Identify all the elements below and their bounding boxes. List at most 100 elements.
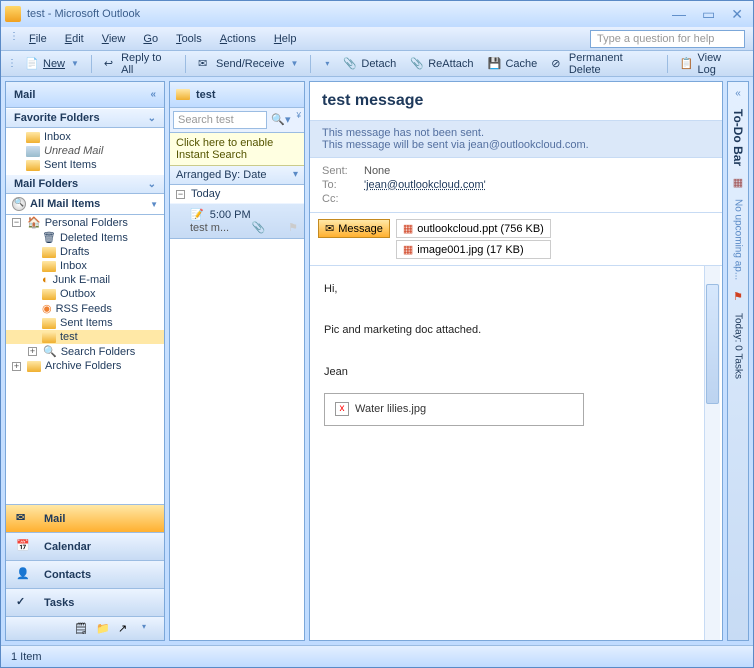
menubar-handle[interactable]: ⋮ bbox=[9, 31, 19, 47]
instant-search-prompt[interactable]: Click here to enable Instant Search bbox=[170, 133, 304, 166]
scrollbar[interactable] bbox=[704, 266, 720, 640]
folder-rss[interactable]: ◉RSS Feeds bbox=[6, 301, 164, 316]
flag-icon[interactable]: ⚑ bbox=[733, 290, 743, 303]
archive-folders[interactable]: +Archive Folders bbox=[6, 359, 164, 373]
search-input[interactable]: Search test bbox=[173, 111, 267, 129]
image-icon: ▦ bbox=[403, 243, 413, 256]
fav-unread[interactable]: Unread Mail bbox=[6, 144, 164, 158]
titlebar: test - Microsoft Outlook — ▭ ✕ bbox=[1, 1, 753, 27]
status-bar: 1 Item bbox=[1, 645, 753, 667]
attachment-2[interactable]: ▦image001.jpg (17 KB) bbox=[396, 240, 551, 259]
toolbar: ⋮ 📄New▼ ↩Reply to All ✉Send/Receive▼ ▾ 📎… bbox=[1, 51, 753, 77]
nav-shortcut-row: 🗒 📁 ↗ ▾ bbox=[6, 616, 164, 640]
search-options-icon[interactable]: ¥ bbox=[297, 111, 301, 129]
detach-icon: 📎 bbox=[343, 57, 357, 71]
reply-all-button[interactable]: ↩Reply to All bbox=[98, 50, 179, 78]
date-group-today[interactable]: − Today bbox=[170, 185, 304, 204]
toolbar-handle[interactable]: ⋮ bbox=[7, 58, 17, 69]
collapse-icon[interactable]: − bbox=[176, 190, 185, 199]
search-folders[interactable]: +🔍Search Folders bbox=[6, 344, 164, 359]
menu-go[interactable]: Go bbox=[135, 31, 166, 47]
menu-file[interactable]: File bbox=[21, 31, 55, 47]
personal-folders[interactable]: −🏠Personal Folders bbox=[6, 215, 164, 230]
sent-value: None bbox=[364, 165, 390, 177]
mail-folders-header[interactable]: Mail Folders⌄ bbox=[6, 174, 164, 194]
notes-icon[interactable]: 🗒 bbox=[74, 622, 88, 636]
search-folders-icon: 🔍 bbox=[43, 345, 57, 358]
send-receive-icon: ✉ bbox=[198, 57, 212, 71]
search-go-icon[interactable]: 🔍▾ bbox=[269, 111, 292, 129]
nav-mail[interactable]: ✉Mail bbox=[6, 504, 164, 532]
personal-folders-icon: 🏠 bbox=[27, 216, 41, 229]
shortcuts-icon[interactable]: ↗ bbox=[118, 622, 132, 636]
nav-contacts[interactable]: 👤Contacts bbox=[6, 560, 164, 588]
minimize-button[interactable]: — bbox=[666, 6, 692, 23]
app-icon bbox=[5, 6, 21, 22]
folder-junk[interactable]: ◐Junk E-mail bbox=[6, 273, 164, 287]
collapse-icon[interactable]: − bbox=[12, 218, 21, 227]
arrange-by[interactable]: Arranged By: Date▾ bbox=[170, 166, 304, 185]
maximize-button[interactable]: ▭ bbox=[696, 6, 721, 23]
cc-label: Cc: bbox=[322, 193, 358, 205]
permanent-delete-button[interactable]: ⊘Permanent Delete bbox=[545, 50, 661, 78]
send-receive-button[interactable]: ✉Send/Receive▼ bbox=[192, 55, 304, 73]
item-count: 1 Item bbox=[11, 651, 42, 663]
folder-icon bbox=[42, 332, 56, 343]
scrollbar-thumb[interactable] bbox=[706, 284, 719, 404]
folder-test[interactable]: test bbox=[6, 330, 164, 344]
fav-inbox[interactable]: Inbox bbox=[6, 130, 164, 144]
tasks-icon: ✓ bbox=[16, 595, 36, 611]
info-line-1: This message has not been sent. bbox=[322, 127, 710, 139]
close-button[interactable]: ✕ bbox=[725, 6, 749, 23]
body-line: Hi, bbox=[324, 280, 708, 300]
search-folder-icon bbox=[26, 146, 40, 157]
message-item[interactable]: 📝5:00 PM test m...📎⚑ bbox=[170, 204, 304, 239]
folder-outbox[interactable]: Outbox bbox=[6, 287, 164, 301]
folder-inbox[interactable]: Inbox bbox=[6, 259, 164, 273]
flag-icon[interactable]: ⚑ bbox=[288, 221, 298, 234]
help-search-input[interactable]: Type a question for help bbox=[590, 30, 745, 48]
menu-edit[interactable]: Edit bbox=[57, 31, 92, 47]
nav-collapse-icon[interactable]: « bbox=[150, 89, 156, 100]
detach-button[interactable]: 📎Detach bbox=[337, 55, 402, 73]
search-icon: 🔍 bbox=[12, 197, 26, 211]
fav-sent[interactable]: Sent Items bbox=[6, 158, 164, 172]
cache-button[interactable]: 💾Cache bbox=[481, 55, 543, 73]
menu-help[interactable]: Help bbox=[266, 31, 305, 47]
folder-sent[interactable]: Sent Items bbox=[6, 316, 164, 330]
folder-list-icon[interactable]: 📁 bbox=[96, 622, 110, 636]
folder-tree: −🏠Personal Folders 🗑Deleted Items Drafts… bbox=[6, 215, 164, 504]
navigation-pane: Mail « Favorite Folders⌄ Inbox Unread Ma… bbox=[5, 81, 165, 641]
to-label: To: bbox=[322, 179, 358, 191]
nav-config-icon[interactable]: ▾ bbox=[142, 622, 156, 636]
date-navigator-icon[interactable]: ▦ bbox=[733, 176, 743, 189]
expand-icon[interactable]: + bbox=[12, 362, 21, 371]
attachment-1[interactable]: ▦outlookcloud.ppt (756 KB) bbox=[396, 219, 551, 238]
body-line: Jean bbox=[324, 363, 708, 383]
toolbar-more[interactable]: ▾ bbox=[317, 57, 335, 70]
favorite-folders-header[interactable]: Favorite Folders⌄ bbox=[6, 108, 164, 128]
reattach-button[interactable]: 📎ReAttach bbox=[404, 55, 479, 73]
message-tab[interactable]: ✉Message bbox=[318, 219, 390, 238]
new-button[interactable]: 📄New▼ bbox=[19, 55, 85, 73]
nav-tasks[interactable]: ✓Tasks bbox=[6, 588, 164, 616]
todo-expand-icon[interactable]: « bbox=[735, 88, 741, 99]
folder-deleted[interactable]: 🗑Deleted Items bbox=[6, 230, 164, 245]
nav-calendar[interactable]: 📅Calendar bbox=[6, 532, 164, 560]
menu-actions[interactable]: Actions bbox=[212, 31, 264, 47]
expand-icon[interactable]: + bbox=[28, 347, 37, 356]
reading-subject: test message bbox=[310, 82, 722, 121]
embedded-image-placeholder[interactable]: x Water lilies.jpg bbox=[324, 393, 584, 427]
list-header: test bbox=[170, 82, 304, 108]
info-bar: This message has not been sent. This mes… bbox=[310, 121, 722, 158]
folder-drafts[interactable]: Drafts bbox=[6, 245, 164, 259]
drafts-icon bbox=[42, 247, 56, 258]
sort-direction-icon[interactable]: ▾ bbox=[293, 169, 298, 181]
junk-icon: ◐ bbox=[42, 274, 49, 286]
menu-tools[interactable]: Tools bbox=[168, 31, 210, 47]
to-recipient[interactable]: 'jean@outlookcloud.com' bbox=[364, 179, 486, 191]
folder-icon bbox=[176, 89, 190, 100]
all-mail-items[interactable]: 🔍 All Mail Items ▼ bbox=[6, 194, 164, 215]
menu-view[interactable]: View bbox=[94, 31, 134, 47]
view-log-button[interactable]: 📋View Log bbox=[674, 50, 747, 78]
